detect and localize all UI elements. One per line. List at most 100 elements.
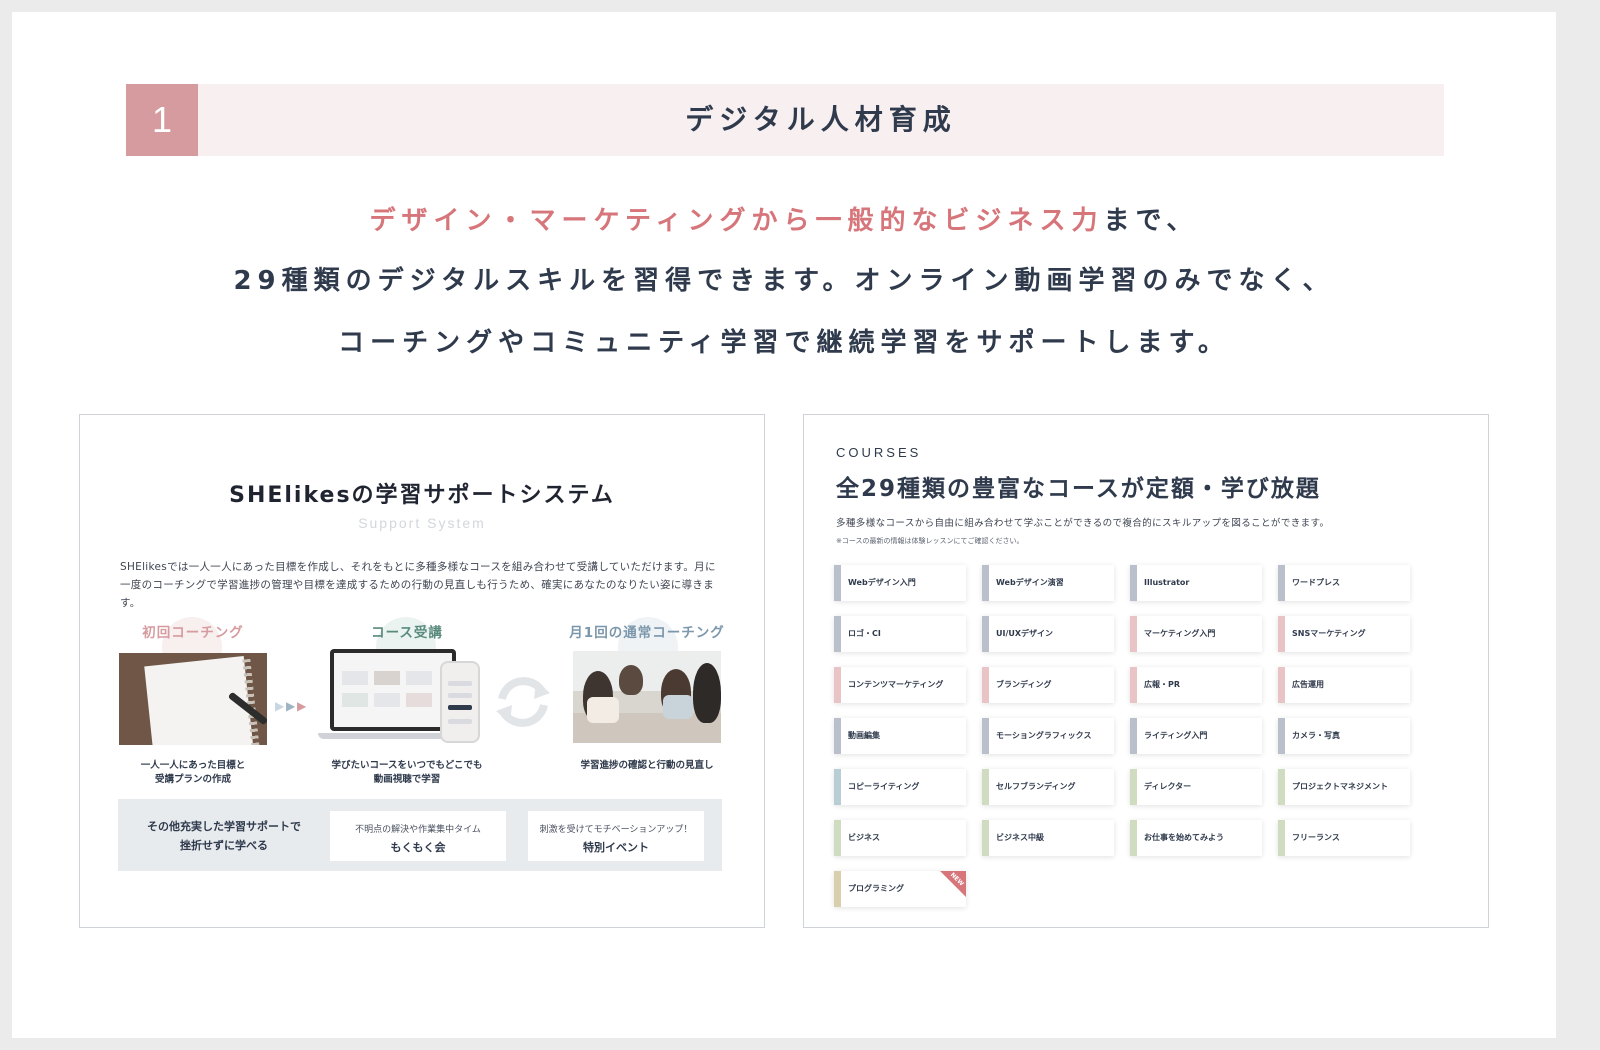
step-2-caption-line-2: 動画視聴で学習 [373,774,441,785]
course-color-bar [1278,565,1285,601]
course-card[interactable]: Webデザイン入門 [834,565,966,601]
section-number: 1 [126,84,198,156]
support-description-line-1: SHElikesでは一人一人にあった目標を作成し、それをもとに多種多様なコースを… [120,561,716,573]
course-card[interactable]: 動画編集 [834,718,966,754]
course-color-bar [982,565,989,601]
course-card[interactable]: Illustrator [1130,565,1262,601]
course-label: モーショングラフィックス [996,731,1092,740]
chevron-right-icon: ▶ [297,699,307,713]
course-color-bar [834,616,841,652]
mokumoku-card: 不明点の解決や作業集中タイム もくもく会 [330,811,506,861]
course-card[interactable]: ディレクター [1130,769,1262,805]
course-card[interactable]: ビジネス中級 [982,820,1114,856]
course-card[interactable]: コピーライティング [834,769,966,805]
course-card[interactable]: ワードプレス [1278,565,1410,601]
course-card[interactable]: SNSマーケティング [1278,616,1410,652]
course-label: マーケティング入門 [1144,629,1216,638]
course-label: プロジェクトマネジメント [1292,782,1388,791]
course-card[interactable]: セルフブランディング [982,769,1114,805]
course-card[interactable]: UI/UXデザイン [982,616,1114,652]
course-card[interactable]: コンテンツマーケティング [834,667,966,703]
step-1-caption-line-2: 受講プランの作成 [154,774,231,785]
course-card[interactable]: ライティング入門 [1130,718,1262,754]
course-label: Webデザイン入門 [848,578,916,587]
section-title: デジタル人材育成 [685,103,957,136]
intro-line-3: コーチングやコミュニティ学習で継続学習をサポートします。 [338,328,1230,358]
course-card[interactable]: モーショングラフィックス [982,718,1114,754]
step-1-label: 初回コーチング [142,625,244,641]
course-color-bar [1130,616,1137,652]
course-card[interactable]: 広告運用 [1278,667,1410,703]
course-color-bar [982,616,989,652]
course-label: ビジネス中級 [996,833,1044,842]
courses-panel: COURSES 全29種類の豊富なコースが定額・学び放題 多種多様なコースから自… [803,414,1489,928]
course-color-bar [982,667,989,703]
course-color-bar [1130,820,1137,856]
course-card[interactable]: マーケティング入門 [1130,616,1262,652]
cycle-arrows-icon [496,677,550,727]
course-label: UI/UXデザイン [996,629,1054,638]
course-card[interactable]: プログラミング NEW [834,871,966,907]
extra-support-strip: その他充実した学習サポートで 挫折せずに学べる 不明点の解決や作業集中タイム も… [118,799,722,871]
course-card[interactable]: ビジネス [834,820,966,856]
extra-support-text-line-2: 挫折せずに学べる [180,839,268,852]
extra-support-text-line-1: その他充実した学習サポートで [147,820,301,833]
step-2-caption-line-1: 学びたいコースをいつでもどこでも [331,760,483,771]
courses-note: ※コースの最新の情報は体験レッスンにてご確認ください。 [836,537,1024,545]
section-header: 1 デジタル人材育成 [126,84,1444,156]
special-event-card-sub: 刺激を受けてモチベーションアップ！ [539,825,693,835]
course-color-bar [1278,718,1285,754]
course-color-bar [1130,667,1137,703]
course-color-bar [1278,820,1285,856]
step-2-label: コース受講 [371,625,443,641]
course-label: ビジネス [848,833,880,842]
mokumoku-card-title: もくもく会 [390,841,446,854]
course-label: セルフブランディング [996,782,1076,791]
course-card[interactable]: 広報・PR [1130,667,1262,703]
course-card[interactable]: お仕事を始めてみよう [1130,820,1262,856]
course-color-bar [834,820,841,856]
support-description: SHElikesでは一人一人にあった目標を作成し、それをもとに多種多様なコースを… [120,558,728,612]
courses-description: 多種多様なコースから自由に組み合わせて学ぶことができるので複合的にスキルアップを… [836,518,1330,529]
course-label: 広報・PR [1144,680,1181,689]
course-color-bar [1278,616,1285,652]
course-color-bar [1278,769,1285,805]
course-card[interactable]: プロジェクトマネジメント [1278,769,1410,805]
course-color-bar [834,718,841,754]
courses-title: 全29種類の豊富なコースが定額・学び放題 [836,476,1321,502]
course-label: Webデザイン演習 [996,578,1064,587]
intro-line-1-rest: まで、 [1103,206,1199,236]
course-color-bar [834,769,841,805]
course-card[interactable]: フリーランス [1278,820,1410,856]
support-system-panel: SHElikesの学習サポートシステム Support System SHEli… [79,414,765,928]
support-title: SHElikesの学習サポートシステム [229,483,615,508]
course-card[interactable]: ロゴ・CI [834,616,966,652]
special-event-card-title: 特別イベント [583,841,649,854]
course-card[interactable]: ブランディング [982,667,1114,703]
step-1-caption: 一人一人にあった目標と 受講プランの作成 [116,759,270,787]
course-label: ディレクター [1144,782,1192,791]
mokumoku-card-sub: 不明点の解決や作業集中タイム [355,825,481,835]
step-3-label: 月1回の通常コーチング [569,625,725,641]
course-color-bar [1130,718,1137,754]
chevron-right-icon: ▶ [275,699,285,713]
course-card[interactable]: Webデザイン演習 [982,565,1114,601]
course-color-bar [1130,769,1137,805]
course-label: Illustrator [1144,578,1190,587]
course-label: SNSマーケティング [1292,629,1366,638]
course-label: ブランディング [996,680,1052,689]
course-color-bar [982,820,989,856]
step-3-caption: 学習進捗の確認と行動の見直し [562,759,732,773]
course-label: ワードプレス [1292,578,1340,587]
course-color-bar [1278,667,1285,703]
course-label: プログラミング [848,884,904,893]
course-label: カメラ・写真 [1292,731,1340,740]
notebook-image [119,653,267,745]
course-label: ライティング入門 [1144,731,1208,740]
special-event-card: 刺激を受けてモチベーションアップ！ 特別イベント [528,811,704,861]
course-label: ロゴ・CI [848,629,881,638]
support-description-line-2: 一度のコーチングで学習進捗の管理や目標を達成するための行動の見直しも行うため、確… [120,579,714,609]
course-label: フリーランス [1292,833,1340,842]
course-card[interactable]: カメラ・写真 [1278,718,1410,754]
course-label: コンテンツマーケティング [848,680,944,689]
